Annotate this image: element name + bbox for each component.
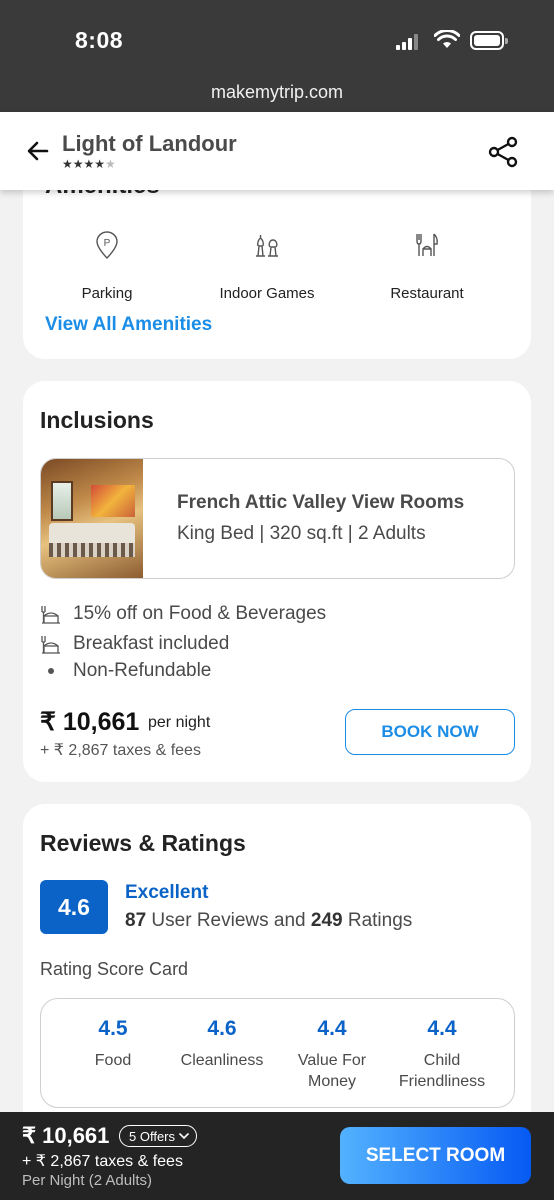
inclusion-item: Breakfast included (40, 632, 229, 656)
score-value: 4.4 (317, 1017, 347, 1040)
score-cleanliness: 4.6 Cleanliness (167, 1017, 277, 1071)
wifi-icon (434, 30, 460, 48)
url-bar[interactable]: makemytrip.com (0, 82, 554, 103)
signal-icon (396, 34, 422, 50)
chevron-down-icon (179, 1132, 189, 1139)
review-counts[interactable]: 87 User Reviews and 249 Ratings (125, 910, 412, 932)
battery-icon (470, 31, 508, 50)
taxes-fees: + ₹ 2,867 taxes & fees (40, 742, 201, 759)
rating-label: Excellent (125, 882, 209, 903)
parking-icon: P (96, 231, 118, 259)
bottom-price-bar: ₹ 10,661 5 Offers + ₹ 2,867 taxes & fees… (0, 1112, 554, 1200)
per-night-label: per night (148, 714, 211, 731)
inclusion-text: Breakfast included (73, 633, 230, 654)
stars-empty: ★ (105, 157, 116, 171)
amenity-restaurant: Restaurant (343, 228, 511, 302)
room-name: French Attic Valley View Rooms (177, 492, 465, 513)
score-child-friendliness: 4.4 Child Friendliness (387, 1017, 497, 1092)
inclusions-card: Inclusions French Attic Valley View Room… (23, 381, 531, 782)
stars-filled: ★★★★ (62, 157, 106, 171)
inclusion-text: Non-Refundable (73, 660, 212, 681)
status-bar: 8:08 makemytrip.com (0, 0, 554, 112)
amenity-indoor-games: Indoor Games (183, 228, 351, 302)
score-value: 4.4 (427, 1017, 457, 1040)
score-value: 4.5 (98, 1017, 128, 1040)
food-icon (41, 636, 60, 654)
amenity-parking: P Parking (23, 228, 191, 302)
review-count: 87 (125, 910, 147, 931)
restaurant-icon (416, 233, 438, 256)
page-header: Light of Landour ★★★★★ (0, 112, 554, 190)
food-icon (41, 606, 60, 624)
status-time: 8:08 (75, 27, 124, 53)
inclusion-text: 15% off on Food & Beverages (73, 603, 327, 624)
score-label: Food (94, 1052, 132, 1069)
amenity-label: Restaurant (390, 285, 464, 302)
view-all-amenities-link[interactable]: View All Amenities (45, 314, 212, 336)
bottom-taxes: + ₹ 2,867 taxes & fees (22, 1153, 183, 1170)
inclusion-item: 15% off on Food & Beverages (40, 602, 326, 626)
hotel-name: Light of Landour (62, 131, 237, 156)
offers-dropdown[interactable]: 5 Offers (119, 1125, 198, 1147)
bullet-icon (48, 668, 54, 674)
score-value-for-money: 4.4 Value For Money (277, 1017, 387, 1092)
rating-count: 249 (310, 910, 343, 931)
inclusion-item: Non-Refundable (40, 659, 211, 683)
room-photo (41, 459, 143, 578)
overall-rating-badge: 4.6 (40, 880, 108, 934)
score-label: Value For Money (297, 1052, 367, 1090)
star-rating: ★★★★★ (62, 157, 116, 171)
reviews-text: User Reviews and (146, 910, 311, 931)
room-meta: King Bed | 320 sq.ft | 2 Adults (177, 523, 426, 544)
share-icon[interactable] (488, 136, 520, 168)
score-label: Cleanliness (180, 1052, 264, 1069)
select-room-button[interactable]: SELECT ROOM (340, 1127, 531, 1184)
room-summary[interactable]: French Attic Valley View Rooms King Bed … (40, 458, 515, 579)
rating-score-card: 4.5 Food 4.6 Cleanliness 4.4 Value For M… (40, 998, 515, 1108)
back-arrow-icon[interactable] (26, 139, 50, 163)
reviews-title: Reviews & Ratings (40, 830, 246, 856)
room-price: ₹ 10,661 (40, 708, 140, 736)
book-now-button[interactable]: BOOK NOW (345, 709, 515, 755)
ratings-text: Ratings (342, 910, 413, 931)
bottom-per-night: Per Night (2 Adults) (22, 1172, 153, 1189)
indoor-games-icon (256, 235, 278, 257)
rating-score-card-title: Rating Score Card (40, 959, 189, 979)
score-value: 4.6 (207, 1017, 237, 1040)
amenity-label: Parking (81, 285, 133, 302)
offers-label: 5 Offers (129, 1128, 176, 1144)
bottom-price: ₹ 10,661 (22, 1123, 110, 1148)
score-food: 4.5 Food (58, 1017, 168, 1071)
inclusions-title: Inclusions (40, 407, 154, 433)
score-label: Child Friendliness (398, 1052, 486, 1090)
parking-glyph: P (104, 238, 111, 249)
amenity-label: Indoor Games (219, 285, 315, 302)
reviews-card: Reviews & Ratings 4.6 Excellent 87 User … (23, 804, 531, 1164)
